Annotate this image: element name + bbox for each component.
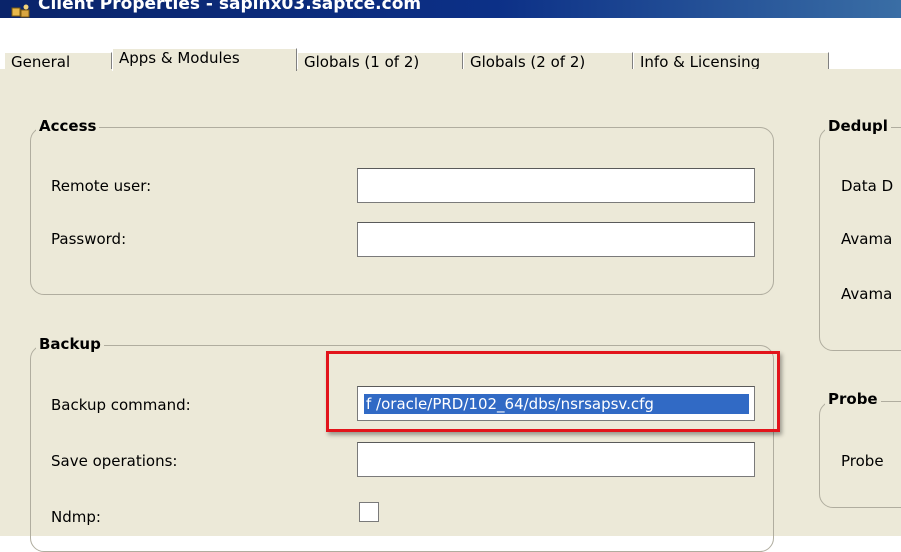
tab-globals-1[interactable]: Globals (1 of 2) xyxy=(297,52,463,71)
probe-row-label: Probe xyxy=(841,452,884,470)
ndmp-checkbox[interactable] xyxy=(359,502,379,522)
tab-apps-modules[interactable]: Apps & Modules xyxy=(112,48,297,71)
tab-globals-2[interactable]: Globals (2 of 2) xyxy=(463,52,633,71)
password-label: Password: xyxy=(51,230,127,248)
password-input[interactable] xyxy=(357,222,755,257)
window-title-bar[interactable]: Client Properties - sapinx03.saptce.com xyxy=(0,0,901,18)
dedup-row-label: Avama xyxy=(841,230,893,248)
tab-label: Apps & Modules xyxy=(119,49,240,67)
backup-command-label: Backup command: xyxy=(51,396,191,414)
remote-user-input[interactable] xyxy=(357,168,755,203)
access-group xyxy=(30,127,774,295)
highlight-annotation-box xyxy=(326,351,780,432)
dedup-row-label: Avama xyxy=(841,285,893,303)
save-operations-input[interactable] xyxy=(357,442,755,477)
dedup-group-title: Dedupl xyxy=(825,117,891,135)
access-group-title: Access xyxy=(36,117,100,135)
save-operations-label: Save operations: xyxy=(51,452,178,470)
probe-group-title: Probe xyxy=(825,390,881,408)
dedup-row-label: Data D xyxy=(841,177,894,195)
window-title: Client Properties - sapinx03.saptce.com xyxy=(38,0,422,14)
tab-general[interactable]: General xyxy=(4,52,112,71)
client-app-icon xyxy=(11,4,30,18)
backup-group-title: Backup xyxy=(36,335,104,353)
tab-info-licensing[interactable]: Info & Licensing xyxy=(633,52,829,71)
ndmp-label: Ndmp: xyxy=(51,508,101,526)
remote-user-label: Remote user: xyxy=(51,177,152,195)
